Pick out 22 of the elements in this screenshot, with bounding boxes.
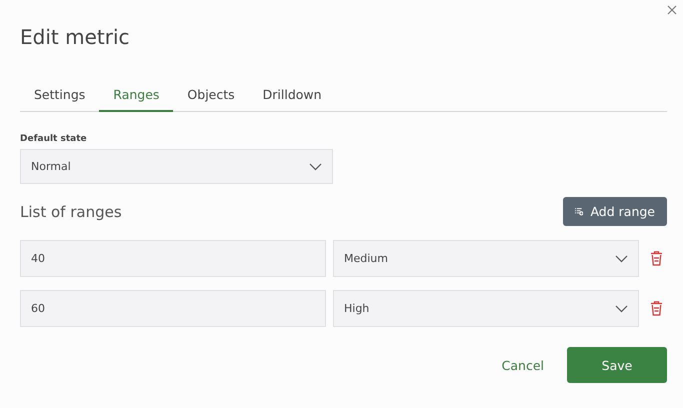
cancel-button[interactable]: Cancel [502,358,544,372]
save-button[interactable]: Save [567,347,667,383]
delete-button[interactable] [650,301,663,316]
dialog-title: Edit metric [20,24,130,50]
field-label: Default state [20,134,88,144]
chevron-down-icon [615,304,628,312]
chevron-down-icon [615,254,628,262]
delete-button[interactable] [650,251,663,266]
dropdown[interactable]: Normal [20,149,333,184]
tab[interactable]: Drilldown [248,83,336,112]
dropdown[interactable]: Medium [333,240,639,277]
chevron-down-icon [309,162,322,170]
value-input[interactable]: 40 [20,240,326,277]
dropdown[interactable]: High [333,290,639,327]
tab[interactable]: Ranges [99,83,174,112]
close-button[interactable] [666,4,678,16]
list-add-icon [575,205,584,218]
value-input[interactable]: 60 [20,290,326,327]
section-heading: List of ranges [20,202,122,220]
add-range-button[interactable]: Add range [563,197,667,226]
tab[interactable]: Objects [173,83,249,112]
tab[interactable]: Settings [20,83,100,112]
